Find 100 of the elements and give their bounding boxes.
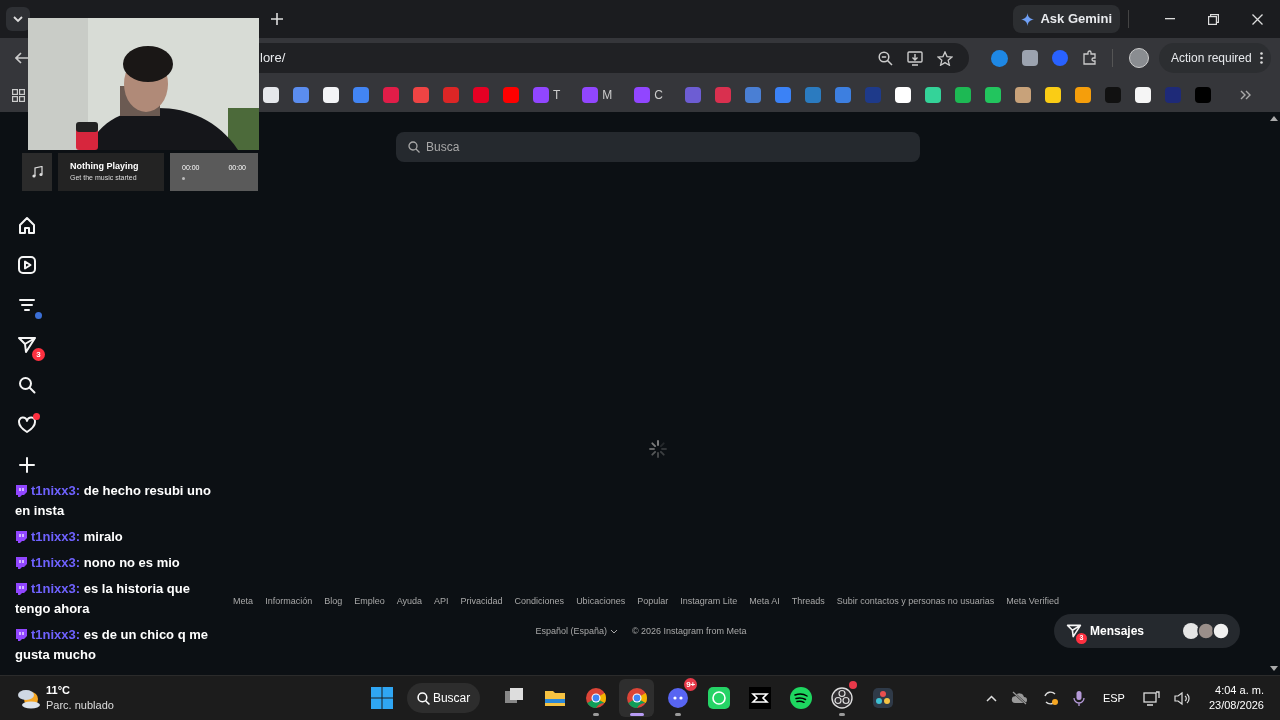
language-selector[interactable]: Español (España): [535, 624, 618, 638]
restore-icon[interactable]: [1208, 13, 1219, 25]
play-square-icon[interactable]: [17, 255, 37, 275]
bookmark-icon[interactable]: [323, 87, 339, 103]
footer-link[interactable]: API: [434, 595, 449, 609]
bookmark-icon[interactable]: [1135, 87, 1151, 103]
chat-message: t1nixx3: nono no es mio: [15, 553, 227, 573]
chat-message: t1nixx3: es de un chico q me gusta mucho: [15, 626, 209, 664]
bookmark-icon[interactable]: [503, 87, 519, 103]
bookmark-icon[interactable]: [955, 87, 971, 103]
twitch-icon: [15, 629, 27, 641]
input-language-text[interactable]: ESP: [1102, 689, 1125, 707]
bookmark-icon[interactable]: [1075, 87, 1091, 103]
chat-message: t1nixx3: es la historia que tengo ahora: [15, 580, 191, 618]
extension-icon[interactable]: [1052, 50, 1068, 66]
chrome-icon: [624, 686, 649, 710]
bookmark-icon[interactable]: [634, 87, 651, 103]
bookmark-icon[interactable]: [895, 87, 911, 103]
apps-grid-icon[interactable]: [12, 88, 25, 102]
bookmark-icon[interactable]: [925, 87, 941, 103]
back-arrow-icon[interactable]: [15, 52, 29, 64]
footer-link[interactable]: Meta: [233, 595, 254, 609]
chat-message: t1nixx3: de hecho resubi uno en insta: [15, 482, 212, 520]
copyright-text: © 2026 Instagram from Meta: [631, 624, 747, 638]
chevrons-right-icon[interactable]: [1240, 90, 1251, 100]
record-icon: [829, 686, 854, 710]
scroll-down-icon[interactable]: [1270, 666, 1278, 671]
track-title: Nothing Playing: [70, 161, 140, 172]
sync-icon[interactable]: [1041, 690, 1059, 706]
bookmark-label[interactable]: T: [553, 86, 561, 104]
send-icon: [1066, 623, 1082, 639]
windows-start-icon[interactable]: [370, 687, 393, 709]
footer-link[interactable]: Subir contactos y personas no usuarias: [836, 595, 995, 609]
url-text: lore/: [260, 49, 286, 68]
color-wheels-icon: [870, 686, 895, 710]
tab-list-button[interactable]: [6, 7, 30, 31]
footer-link[interactable]: Ubicaciones: [576, 595, 626, 609]
bookmark-icon[interactable]: [985, 87, 1001, 103]
chat-bubble-icon: [665, 686, 690, 710]
minimize-icon[interactable]: [1165, 18, 1175, 20]
taskbar-search-button[interactable]: Buscar: [406, 683, 481, 713]
action-required-button[interactable]: Action required: [1159, 43, 1271, 73]
star-icon[interactable]: [937, 50, 953, 66]
scroll-up-icon[interactable]: [1270, 116, 1278, 121]
twitch-icon: [15, 485, 27, 497]
search-icon[interactable]: [17, 375, 37, 395]
extension-icon[interactable]: [1022, 50, 1038, 66]
heart-icon[interactable]: [17, 415, 37, 435]
plus-icon[interactable]: [17, 455, 37, 475]
footer-link[interactable]: Popular: [637, 595, 669, 609]
more-vertical-icon: [1259, 52, 1263, 64]
bookmark-icon[interactable]: [582, 87, 599, 103]
chevron-up-icon[interactable]: [985, 694, 997, 702]
new-tab-icon[interactable]: [271, 13, 283, 25]
profile-avatar[interactable]: [1129, 48, 1149, 68]
footer-link[interactable]: Blog: [324, 595, 343, 609]
bookmark-icon[interactable]: [1015, 87, 1031, 103]
footer-link[interactable]: Información: [265, 595, 313, 609]
search-icon: [416, 691, 430, 705]
bookmark-label[interactable]: M: [602, 86, 613, 104]
cloud-off-icon[interactable]: [1010, 691, 1028, 705]
spotify-icon: [788, 686, 813, 710]
footer-link[interactable]: Empleo: [354, 595, 385, 609]
bookmark-label[interactable]: C: [654, 86, 663, 104]
puzzle-icon[interactable]: [1082, 50, 1098, 66]
temperature-text: 11°C: [46, 683, 71, 698]
taskbar-app[interactable]: [619, 679, 655, 717]
notification-badge: 9+: [684, 678, 698, 691]
twitch-icon: [15, 557, 27, 569]
extension-icon[interactable]: [991, 49, 1008, 67]
close-icon[interactable]: [1252, 13, 1263, 25]
footer-link[interactable]: Privacidad: [460, 595, 503, 609]
monitor-icon[interactable]: [1142, 690, 1160, 706]
chevron-down-icon: [609, 628, 618, 634]
speaker-icon[interactable]: [1173, 690, 1191, 706]
microphone-icon[interactable]: [1072, 689, 1085, 707]
zoom-out-icon[interactable]: [878, 50, 893, 66]
clock-date[interactable]: 23/08/2026: [1208, 698, 1264, 713]
ask-gemini-button[interactable]: Ask Gemini: [1013, 5, 1120, 33]
clock-time[interactable]: 4:04 a. m.: [1215, 683, 1264, 698]
search-field[interactable]: Busca: [396, 132, 920, 162]
music-note-icon: [31, 166, 43, 178]
taskbar-app[interactable]: 9+: [660, 679, 696, 717]
sparkle-icon: [1021, 12, 1035, 26]
bookmark-icon[interactable]: [263, 87, 279, 103]
install-icon[interactable]: [907, 50, 923, 66]
footer-link[interactable]: Meta Verified: [1006, 595, 1059, 609]
footer-link[interactable]: Condiciones: [514, 595, 565, 609]
address-bar[interactable]: lore/: [258, 43, 969, 73]
footer-link[interactable]: Threads: [791, 595, 825, 609]
send-icon[interactable]: [17, 335, 37, 355]
bookmark-icon[interactable]: [293, 87, 309, 103]
footer-link[interactable]: Meta AI: [749, 595, 780, 609]
weather-icon: [16, 687, 42, 709]
footer-link[interactable]: Ayuda: [396, 595, 423, 609]
notification-badge: 3: [32, 348, 45, 361]
bookmark-icon[interactable]: [1045, 87, 1061, 103]
footer-link[interactable]: Instagram Lite: [680, 595, 738, 609]
weather-text: Parc. nublado: [46, 698, 114, 713]
home-icon[interactable]: [17, 215, 37, 235]
